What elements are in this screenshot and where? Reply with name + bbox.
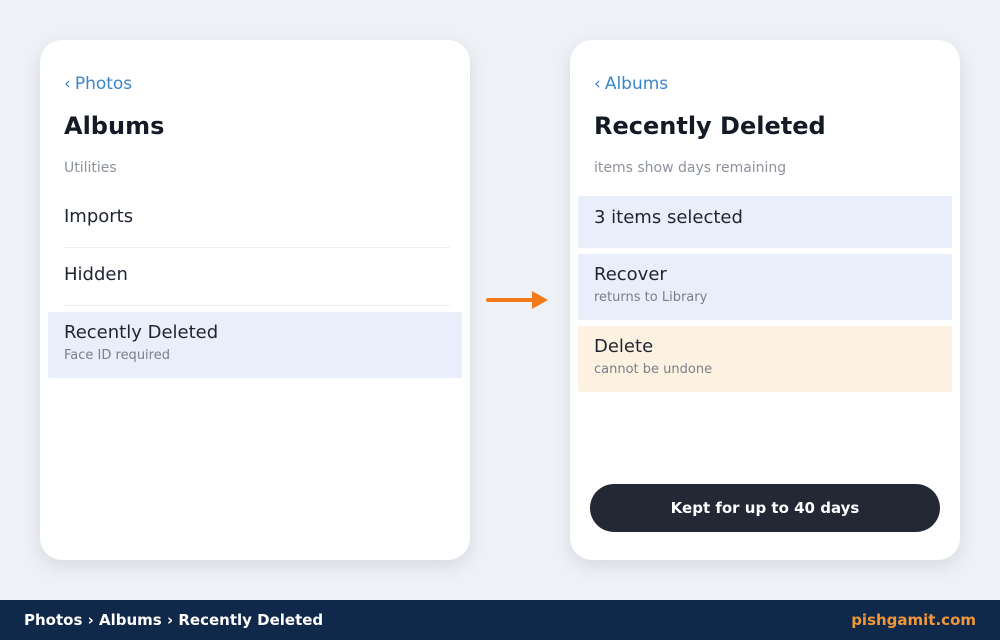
album-item-hidden[interactable]: Hidden	[64, 264, 450, 285]
page-title: Recently Deleted	[594, 112, 826, 140]
delete-label: Delete	[594, 336, 654, 357]
album-item-label: Imports	[64, 206, 134, 227]
recover-label: Recover	[594, 264, 667, 285]
back-label: Photos	[74, 74, 133, 94]
selection-count: 3 items selected	[594, 207, 743, 228]
recover-sublabel: returns to Library	[594, 290, 708, 305]
kept-days-button[interactable]: Kept for up to 40 days	[590, 484, 940, 532]
chevron-left-icon: ‹	[64, 73, 71, 94]
back-to-photos-button[interactable]: ‹ Photos	[64, 74, 132, 94]
breadcrumb: Photos › Albums › Recently Deleted	[24, 611, 324, 629]
delete-sublabel: cannot be undone	[594, 362, 713, 377]
recently-deleted-screen: ‹ Albums Recently Deleted items show day…	[570, 40, 960, 560]
footer-bar: Photos › Albums › Recently Deleted pishg…	[0, 600, 1000, 640]
stage: ‹ Photos Albums Utilities Imports Hidden…	[0, 0, 1000, 640]
chevron-left-icon: ‹	[594, 73, 601, 94]
album-item-imports[interactable]: Imports	[64, 206, 450, 227]
section-label: Utilities	[64, 160, 117, 176]
album-item-sublabel: Face ID required	[64, 348, 170, 363]
album-item-label: Hidden	[64, 264, 128, 285]
arrow-right-icon	[486, 291, 548, 309]
album-item-label: Recently Deleted	[64, 322, 219, 343]
brand-link[interactable]: pishgamit.com	[851, 611, 976, 629]
albums-screen: ‹ Photos Albums Utilities Imports Hidden…	[40, 40, 470, 560]
delete-button[interactable]: Delete cannot be undone	[578, 326, 952, 392]
page-title: Albums	[64, 112, 165, 140]
divider	[64, 305, 450, 306]
album-item-recently-deleted[interactable]: Recently Deleted Face ID required	[48, 312, 462, 378]
selection-bar: 3 items selected	[578, 196, 952, 248]
back-label: Albums	[604, 74, 669, 94]
days-remaining-hint: items show days remaining	[594, 160, 787, 176]
divider	[64, 247, 450, 248]
recover-button[interactable]: Recover returns to Library	[578, 254, 952, 320]
back-to-albums-button[interactable]: ‹ Albums	[594, 74, 668, 94]
